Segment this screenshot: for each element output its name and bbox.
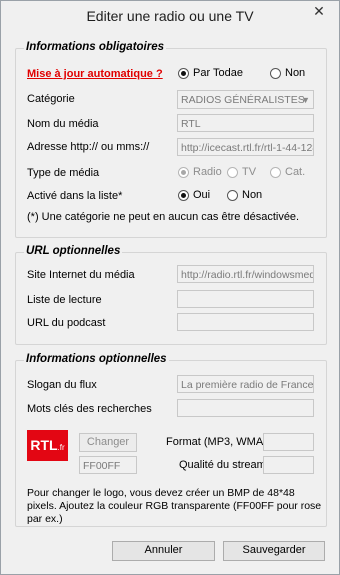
address-label: Adresse http:// ou mms:// bbox=[27, 141, 150, 153]
radio-empty-icon bbox=[270, 67, 281, 79]
edit-radio-dialog: Editer une radio ou une TV ✕ Information… bbox=[0, 0, 340, 575]
keywords-label: Mots clés des recherches bbox=[27, 403, 152, 415]
optional-urls-title: URL optionnelles bbox=[24, 245, 123, 257]
format-label: Format (MP3, WMA) bbox=[166, 436, 267, 448]
website-field[interactable]: http://radio.rtl.fr/windowsmedia bbox=[177, 265, 314, 283]
type-tv-radio: TV bbox=[227, 166, 256, 178]
category-select[interactable]: RADIOS GÉNÉRALISTES ▼ bbox=[177, 90, 314, 109]
optional-info-title: Informations optionnelles bbox=[24, 353, 169, 365]
website-label: Site Internet du média bbox=[27, 269, 135, 281]
radio-selected-icon bbox=[178, 166, 189, 178]
media-name-field[interactable]: RTL bbox=[177, 114, 314, 132]
type-radio-radio: Radio bbox=[178, 166, 222, 178]
mandatory-info-title: Informations obligatoires bbox=[24, 41, 167, 53]
podcast-field[interactable] bbox=[177, 313, 314, 331]
keywords-field[interactable] bbox=[177, 399, 314, 417]
auto-update-todae-radio[interactable]: Par Todae bbox=[178, 67, 243, 79]
format-field[interactable] bbox=[263, 433, 314, 451]
type-cat-radio: Cat. bbox=[270, 166, 305, 178]
mandatory-footnote: (*) Une catégorie ne peut en aucun cas ê… bbox=[27, 211, 300, 223]
active-yes-radio[interactable]: Oui bbox=[178, 189, 210, 201]
radio-empty-icon bbox=[227, 166, 238, 178]
media-type-label: Type de média bbox=[27, 167, 100, 179]
transparent-color-field[interactable]: FF00FF bbox=[79, 456, 137, 474]
logo-help-text: Pour changer le logo, vous devez créer u… bbox=[27, 487, 322, 525]
title-bar: Editer une radio ou une TV ✕ bbox=[1, 1, 339, 31]
close-button[interactable]: ✕ bbox=[306, 2, 332, 20]
media-logo: RTL.fr bbox=[27, 430, 68, 461]
active-label: Activé dans la liste* bbox=[27, 190, 123, 202]
auto-update-no-radio[interactable]: Non bbox=[270, 67, 305, 79]
podcast-label: URL du podcast bbox=[27, 317, 106, 329]
playlist-field[interactable] bbox=[177, 290, 314, 308]
cancel-button[interactable]: Annuler bbox=[112, 541, 215, 561]
quality-field[interactable] bbox=[263, 456, 314, 474]
auto-update-link[interactable]: Mise à jour automatique ? bbox=[27, 68, 163, 80]
radio-selected-icon bbox=[178, 189, 189, 201]
chevron-down-icon: ▼ bbox=[301, 95, 310, 105]
slogan-label: Slogan du flux bbox=[27, 379, 97, 391]
address-field[interactable]: http://icecast.rtl.fr/rtl-1-44-128 bbox=[177, 138, 314, 156]
category-label: Catégorie bbox=[27, 93, 75, 105]
radio-selected-icon bbox=[178, 67, 189, 79]
change-logo-button[interactable]: Changer bbox=[79, 433, 137, 452]
dialog-title: Editer une radio ou une TV bbox=[86, 8, 254, 24]
media-name-label: Nom du média bbox=[27, 118, 99, 130]
playlist-label: Liste de lecture bbox=[27, 294, 102, 306]
save-button[interactable]: Sauvegarder bbox=[223, 541, 325, 561]
active-no-radio[interactable]: Non bbox=[227, 189, 262, 201]
quality-label: Qualité du stream bbox=[179, 459, 266, 471]
radio-empty-icon bbox=[227, 189, 238, 201]
slogan-field[interactable]: La première radio de France bbox=[177, 375, 314, 393]
radio-empty-icon bbox=[270, 166, 281, 178]
